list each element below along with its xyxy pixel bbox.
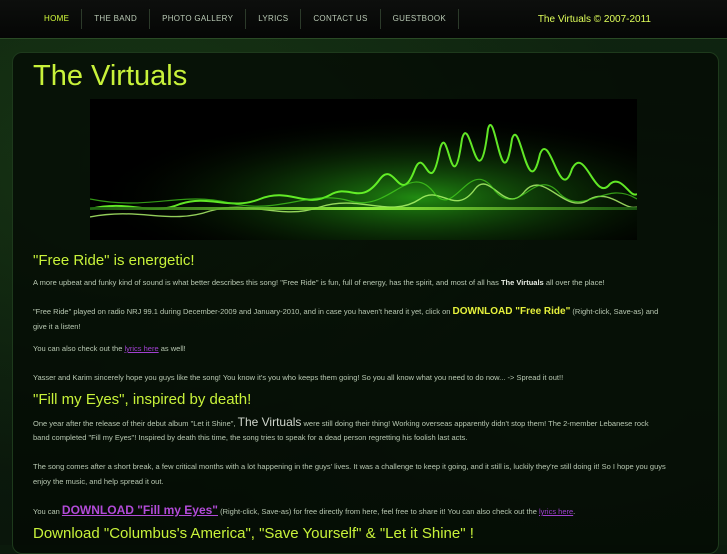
free-ride-p2-text: "Free Ride" played on radio NRJ 99.1 dur… [33, 307, 453, 316]
nav-home-link[interactable]: HOME [32, 9, 83, 29]
free-ride-heading: "Free Ride" is energetic! [33, 252, 195, 269]
band-name-large: The Virtuals [237, 415, 302, 429]
copyright-text: The Virtuals © 2007-2011 [537, 14, 651, 25]
fill-my-eyes-p3-text-end: . [573, 507, 576, 516]
fill-my-eyes-heading: "Fill my Eyes", inspired by death! [33, 391, 252, 408]
fill-my-eyes-lyrics-link[interactable]: lyrics here [539, 507, 573, 516]
fill-my-eyes-paragraph-2: The song comes after a short break, a fe… [33, 462, 666, 471]
fill-my-eyes-paragraph-2-cont: enjoy the music, and help spread it out. [33, 477, 164, 486]
free-ride-p1-text: A more upbeat and funky kind of sound is… [33, 278, 501, 287]
download-albums-heading: Download "Columbus's America", "Save You… [33, 525, 474, 542]
nav-contact-us-link[interactable]: CONTACT US [301, 9, 381, 29]
nav-lyrics-link[interactable]: LYRICS [246, 9, 302, 29]
free-ride-p2-text-end: (Right-click, Save-as) and [570, 307, 659, 316]
fill-my-eyes-p3-text: You can [33, 507, 62, 516]
fill-my-eyes-p1-text: One year after the release of their debu… [33, 419, 238, 428]
free-ride-paragraph-1: A more upbeat and funky kind of sound is… [33, 275, 693, 290]
fill-my-eyes-paragraph-1: One year after the release of their debu… [33, 415, 693, 431]
free-ride-p3-text: You can also check out the [33, 344, 125, 353]
fill-my-eyes-paragraph-3: You can DOWNLOAD "Fill my Eyes" (Right-c… [33, 503, 693, 519]
site-title: The Virtuals [33, 60, 188, 92]
fill-my-eyes-p3-text-mid: (Right-click, Save-as) for free directly… [218, 507, 539, 516]
free-ride-paragraph-4: Yasser and Karim sincerely hope you guys… [33, 373, 564, 382]
free-ride-paragraph-3: You can also check out the lyrics here a… [33, 341, 693, 356]
main-nav: HOME THE BAND PHOTO GALLERY LYRICS CONTA… [32, 9, 460, 29]
sound-wave-banner-image [90, 99, 637, 240]
nav-guestbook-link[interactable]: GUESTBOOK [381, 9, 460, 29]
nav-photo-gallery-link[interactable]: PHOTO GALLERY [150, 9, 247, 29]
band-name-bold: The Virtuals [500, 278, 544, 287]
free-ride-p3-text-end: as well! [158, 344, 186, 353]
free-ride-paragraph-2: "Free Ride" played on radio NRJ 99.1 dur… [33, 304, 693, 319]
fill-my-eyes-paragraph-1-cont: band completed "Fill my Eyes"! Inspired … [33, 433, 468, 442]
top-navigation-bar: HOME THE BAND PHOTO GALLERY LYRICS CONTA… [0, 0, 727, 39]
free-ride-lyrics-link[interactable]: lyrics here [124, 344, 158, 353]
free-ride-p1-text-end: all over the place! [543, 278, 605, 287]
fill-my-eyes-p1-text-end: were still doing their thing! Working ov… [301, 419, 649, 428]
download-fill-my-eyes-link[interactable]: DOWNLOAD "Fill my Eyes" [62, 503, 218, 517]
nav-the-band-link[interactable]: THE BAND [82, 9, 151, 29]
download-free-ride-link[interactable]: DOWNLOAD "Free Ride" [453, 306, 571, 317]
free-ride-paragraph-2-cont: give it a listen! [33, 322, 81, 331]
